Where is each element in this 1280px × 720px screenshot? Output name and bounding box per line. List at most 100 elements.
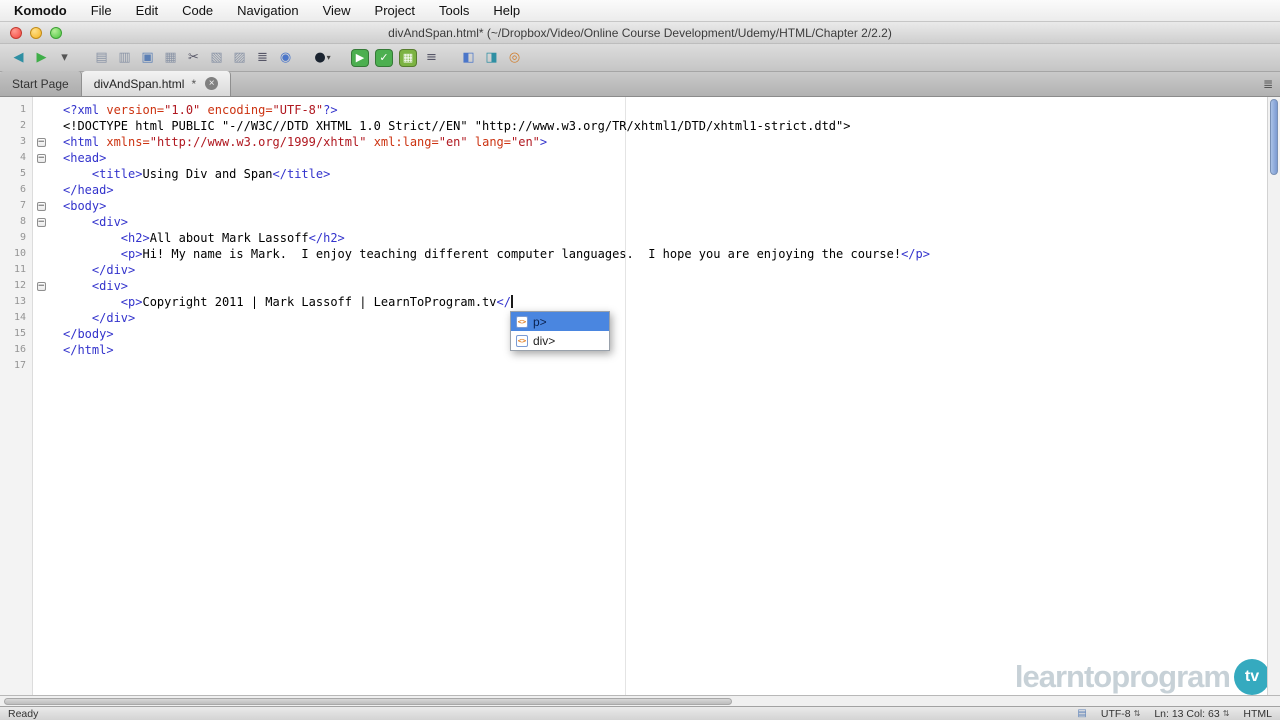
code-text: </head> <box>63 183 114 197</box>
tab-close-icon[interactable]: × <box>205 77 219 90</box>
fold-marker-icon[interactable]: − <box>36 281 46 291</box>
vertical-scrollbar[interactable] <box>1267 97 1280 695</box>
toolbox-button[interactable]: ≡ <box>421 47 442 68</box>
menu-item-tools[interactable]: Tools <box>439 3 469 18</box>
split-view-button[interactable]: ◨ <box>481 47 502 68</box>
code-line[interactable]: 9 <h2>All about Mark Lassoff</h2> <box>0 230 1280 246</box>
menu-item-help[interactable]: Help <box>493 3 520 18</box>
tab-bar: Start Page divAndSpan.html * × ≣ <box>0 71 1280 97</box>
code-line[interactable]: 2 <!DOCTYPE html PUBLIC "-//W3C//DTD XHTM… <box>0 118 1280 134</box>
tab-divandspan[interactable]: divAndSpan.html * × <box>81 71 232 96</box>
line-number: 16 <box>13 344 26 355</box>
new-file-button[interactable]: ▤ <box>91 47 112 68</box>
line-number: 9 <box>19 232 26 243</box>
scissors-icon: ✂ <box>188 50 199 65</box>
cut-button[interactable]: ✂ <box>183 47 204 68</box>
code-line[interactable]: 15 </body> <box>0 326 1280 342</box>
back-button[interactable]: ◀ <box>8 47 29 68</box>
code-line[interactable]: 17 <box>0 358 1280 374</box>
run-command-button[interactable]: ▶ <box>351 48 369 67</box>
color-wheel-icon: ◎ <box>508 50 521 65</box>
menu-item-navigation[interactable]: Navigation <box>237 3 298 18</box>
fold-marker-icon[interactable]: − <box>36 137 46 147</box>
close-window-button[interactable] <box>10 26 22 39</box>
cursor-position[interactable]: Ln: 13 Col: 63 ⇅ <box>1154 708 1229 720</box>
fold-gutter: − <box>32 278 50 294</box>
menu-item-komodo[interactable]: Komodo <box>14 3 67 18</box>
fold-gutter <box>32 182 50 198</box>
horizontal-scrollbar-thumb[interactable] <box>4 698 732 705</box>
code-line[interactable]: 11 </div> <box>0 262 1280 278</box>
save-all-button[interactable]: ▦ <box>160 47 181 68</box>
menu-item-project[interactable]: Project <box>375 3 415 18</box>
code-line[interactable]: 14 </div> <box>0 310 1280 326</box>
line-number: 11 <box>13 264 26 275</box>
record-sphere-icon: ● <box>314 50 326 65</box>
paste-button[interactable]: ▨ <box>229 47 250 68</box>
zoom-window-button[interactable] <box>50 26 62 39</box>
syntax-check-icon[interactable]: ▤ <box>1077 708 1086 719</box>
vertical-scrollbar-thumb[interactable] <box>1270 99 1278 175</box>
preview-browser-button[interactable]: ◧ <box>458 47 479 68</box>
code-line[interactable]: 7− <body> <box>0 198 1280 214</box>
fold-marker-icon[interactable]: − <box>36 153 46 163</box>
menu-item-file[interactable]: File <box>91 3 112 18</box>
code-line[interactable]: 8− <div> <box>0 214 1280 230</box>
code-line[interactable]: 10 <p>Hi! My name is Mark. I enjoy teach… <box>0 246 1280 262</box>
open-file-button[interactable]: ▥ <box>114 47 135 68</box>
code-line[interactable]: 3− <html xmlns="http://www.w3.org/1999/xh… <box>0 134 1280 150</box>
fold-marker-icon[interactable]: − <box>36 201 46 211</box>
code-text: </body> <box>63 327 114 341</box>
save-all-icon: ▦ <box>164 50 177 65</box>
code-line[interactable]: 5 <title>Using Div and Span</title> <box>0 166 1280 182</box>
watermark-text: learntoprogram <box>1014 659 1231 694</box>
tab-start-page[interactable]: Start Page <box>0 71 82 96</box>
minimize-window-button[interactable] <box>30 26 42 39</box>
code-line[interactable]: 1 <?xml version="1.0" encoding="UTF-8"?> <box>0 102 1280 118</box>
preview-button[interactable]: ◉ <box>275 47 296 68</box>
toolbar-separator <box>444 57 456 58</box>
status-right: ▤ UTF-8 ⇅ Ln: 13 Col: 63 ⇅ HTML <box>1077 708 1272 720</box>
forward-icon: ▶ <box>36 50 47 65</box>
line-number: 12 <box>13 280 26 291</box>
menu-item-code[interactable]: Code <box>182 3 213 18</box>
chevron-down-icon: ▾ <box>61 50 68 65</box>
code-text: <p>Hi! My name is Mark. I enjoy teaching… <box>120 247 930 261</box>
forward-button[interactable]: ▶ <box>31 47 52 68</box>
code-line[interactable]: 6 </head> <box>0 182 1280 198</box>
line-number: 1 <box>19 104 26 115</box>
code-text: <head> <box>63 151 107 165</box>
colors-button[interactable]: ◎ <box>504 47 525 68</box>
code-line[interactable]: 4− <head> <box>0 150 1280 166</box>
menu-item-edit[interactable]: Edit <box>136 3 158 18</box>
fold-marker-icon[interactable]: − <box>36 217 46 227</box>
encoding-selector[interactable]: UTF-8 ⇅ <box>1101 708 1140 720</box>
title-bar[interactable]: divAndSpan.html* (~/Dropbox/Video/Online… <box>0 22 1280 44</box>
code-text: </div> <box>91 311 136 325</box>
check-syntax-button[interactable]: ✓ <box>375 48 393 67</box>
tab-list-icon[interactable]: ≣ <box>1263 77 1273 91</box>
macro-record-dropdown[interactable]: ● ▾ <box>312 47 333 68</box>
autocomplete-item[interactable]: <> p> <box>510 312 609 331</box>
print-button[interactable]: ≣ <box>252 47 273 68</box>
code-line[interactable]: 13 <p>Copyright 2011 | Mark Lassoff | Le… <box>0 294 1280 351</box>
menu-item-view[interactable]: View <box>323 3 351 18</box>
editor[interactable]: 1 <?xml version="1.0" encoding="UTF-8"?> 2… <box>0 97 1280 695</box>
line-number: 7 <box>19 200 26 211</box>
chevron-down-icon: ▾ <box>326 53 331 62</box>
list-icon: ≡ <box>426 50 437 65</box>
code-line[interactable]: 12− <div> <box>0 278 1280 294</box>
horizontal-scrollbar[interactable] <box>0 695 1280 706</box>
open-file-icon: ▥ <box>118 50 131 65</box>
toolbar-separator <box>77 57 89 58</box>
tab-label: divAndSpan.html <box>93 76 185 91</box>
save-button[interactable]: ▣ <box>137 47 158 68</box>
new-tool-button[interactable]: ▦ <box>399 48 417 67</box>
code-line[interactable]: 16 </html> <box>0 342 1280 358</box>
code-text: <div> <box>91 215 129 229</box>
autocomplete-item[interactable]: <> div> <box>510 331 609 350</box>
copy-button[interactable]: ▧ <box>206 47 227 68</box>
run-icon: ▶ <box>355 51 365 64</box>
history-dropdown[interactable]: ▾ <box>54 47 75 68</box>
language-mode[interactable]: HTML <box>1243 708 1272 720</box>
